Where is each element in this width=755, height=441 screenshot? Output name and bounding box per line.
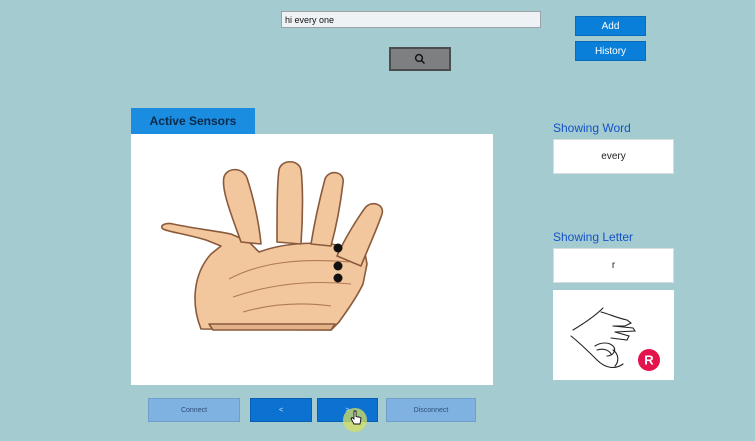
sensor-dot bbox=[333, 273, 343, 283]
letter-badge-text: R bbox=[644, 353, 654, 368]
letter-sign-image: R bbox=[553, 290, 674, 380]
text-input[interactable] bbox=[281, 11, 541, 28]
connect-button[interactable]: Connect bbox=[148, 398, 240, 422]
showing-word-value: every bbox=[553, 139, 674, 174]
active-sensors-tab: Active Sensors bbox=[131, 108, 255, 134]
hand-cursor-icon bbox=[350, 410, 362, 425]
hand-illustration bbox=[160, 160, 384, 331]
search-icon bbox=[414, 53, 426, 65]
disconnect-button[interactable]: Disconnect bbox=[386, 398, 476, 422]
sensor-dot bbox=[333, 243, 343, 253]
showing-word-label: Showing Word bbox=[553, 121, 631, 135]
showing-letter-label: Showing Letter bbox=[553, 230, 634, 244]
history-button[interactable]: History bbox=[575, 41, 646, 61]
previous-button[interactable]: < bbox=[250, 398, 312, 422]
hand-sensor-panel bbox=[131, 134, 493, 385]
add-button[interactable]: Add bbox=[575, 16, 646, 36]
sensor-dot bbox=[333, 261, 343, 271]
search-button[interactable] bbox=[389, 47, 451, 71]
showing-letter-value: r bbox=[553, 248, 674, 283]
